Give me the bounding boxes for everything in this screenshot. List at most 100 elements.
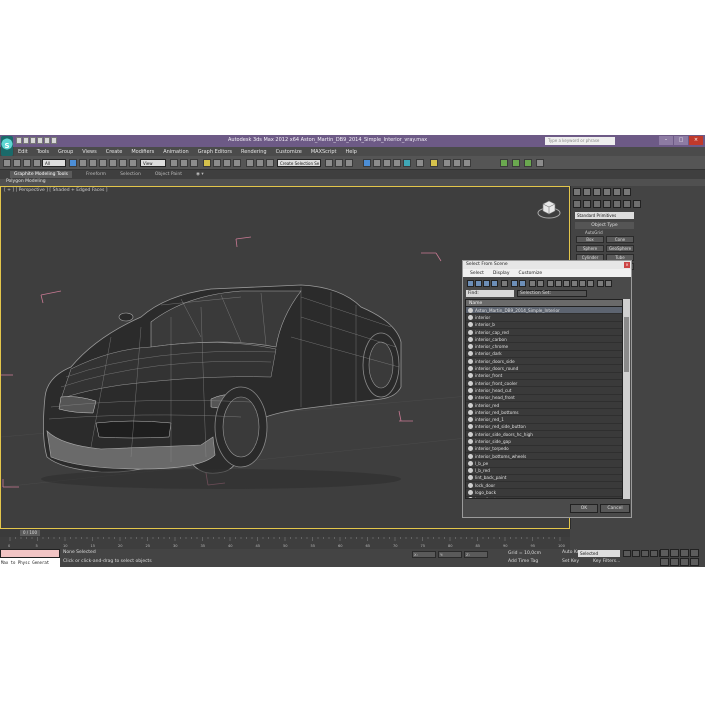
reference-coordinate-dropdown[interactable]: View — [140, 159, 166, 167]
mirror-tool-icon[interactable] — [325, 159, 333, 167]
scene-object-row[interactable]: lock_door — [466, 482, 622, 490]
snaps-toggle-icon[interactable] — [203, 159, 211, 167]
render-setup-icon[interactable] — [403, 159, 411, 167]
window-crossing-icon[interactable] — [99, 159, 107, 167]
scene-object-row[interactable]: logo_back — [466, 489, 622, 497]
select-dependents-icon[interactable] — [605, 280, 612, 287]
menu-rendering[interactable]: Rendering — [241, 149, 267, 155]
time-slider-handle[interactable]: 0 / 100 — [20, 530, 40, 536]
scene-object-row[interactable]: interior_side_gap — [466, 438, 622, 446]
display-xrefs-icon[interactable] — [529, 280, 536, 287]
list-scrollbar-thumb[interactable] — [624, 317, 629, 372]
scene-object-row[interactable]: interior_bottoms_wheels — [466, 453, 622, 461]
dialog-close-button[interactable]: × — [624, 262, 630, 268]
zoom-icon[interactable] — [660, 549, 669, 557]
link-icon[interactable] — [23, 159, 31, 167]
render-icon[interactable] — [463, 159, 471, 167]
vray-light-icon[interactable] — [512, 159, 520, 167]
material-editor-icon[interactable] — [393, 159, 401, 167]
menu-animation[interactable]: Animation — [163, 149, 189, 155]
viewport-label[interactable]: [ + ] [ Perspective ] [ Shaded + Edged F… — [4, 188, 108, 193]
maxscript-listener-output[interactable]: Max to Physc Generat — [0, 558, 60, 567]
geometry-icon[interactable] — [573, 200, 581, 208]
display-none-icon[interactable] — [555, 280, 562, 287]
play-icon[interactable] — [641, 550, 649, 557]
object-type-rollout[interactable]: Object Type — [575, 222, 634, 229]
key-mode-dropdown[interactable]: Selected — [578, 550, 620, 557]
modify-tab-icon[interactable] — [583, 188, 591, 196]
dialog-menu-customize[interactable]: Customize — [518, 271, 542, 276]
scene-object-row[interactable]: interior_front_cooler — [466, 380, 622, 388]
scene-object-row[interactable]: interior_head_front — [466, 395, 622, 402]
select-object-icon[interactable] — [69, 159, 77, 167]
systems-icon[interactable] — [633, 200, 641, 208]
select-move-icon[interactable] — [109, 159, 117, 167]
scene-object-row[interactable]: interior_doors_round — [466, 365, 622, 373]
dialog-menu-display[interactable]: Display — [493, 271, 510, 276]
align-tool-icon[interactable] — [335, 159, 343, 167]
track-bar[interactable]: 0 5 10 15 20 25 30 35 40 45 50 55 60 65 70 75 80 85 90 95 10… — [0, 537, 570, 549]
scene-object-row[interactable]: interior_red_bottoms — [466, 409, 622, 417]
display-invert-icon[interactable] — [563, 280, 570, 287]
vray-frame-buffer-icon[interactable] — [500, 159, 508, 167]
select-scale-icon[interactable] — [129, 159, 137, 167]
tab-selection[interactable]: Selection — [120, 172, 141, 177]
menu-customize[interactable]: Customize — [276, 149, 302, 155]
shapes-icon[interactable] — [583, 200, 591, 208]
name-column-header[interactable]: Name — [466, 300, 622, 307]
zoom-all-icon[interactable] — [670, 549, 679, 557]
hierarchy-tab-icon[interactable] — [593, 188, 601, 196]
render-production-icon[interactable] — [430, 159, 438, 167]
schematic-view-icon[interactable] — [383, 159, 391, 167]
scene-object-row[interactable]: interior_doors_side — [466, 358, 622, 366]
scene-object-row[interactable]: Aston_Martin_DB9_2014_Simple_Interior — [466, 307, 622, 315]
next-frame-icon[interactable] — [650, 550, 658, 557]
ok-button[interactable]: OK — [570, 504, 598, 513]
cameras-icon[interactable] — [603, 200, 611, 208]
scene-object-row[interactable]: interior_dark — [466, 351, 622, 359]
scene-object-row[interactable]: interior — [466, 314, 622, 322]
rectangular-selection-icon[interactable] — [89, 159, 97, 167]
menu-tools[interactable]: Tools — [37, 149, 49, 155]
y-coord-field[interactable]: Y: — [438, 551, 462, 558]
maximize-viewport-icon[interactable] — [690, 558, 699, 566]
open-file-icon[interactable] — [23, 137, 29, 144]
helpers-icon[interactable] — [613, 200, 621, 208]
undo-icon[interactable] — [37, 137, 43, 144]
save-file-icon[interactable] — [30, 137, 36, 144]
angle-snap-icon[interactable] — [213, 159, 221, 167]
cone-button[interactable]: Cone — [606, 236, 634, 243]
select-all-icon[interactable] — [571, 280, 578, 287]
scene-object-row[interactable]: interior_carbon — [466, 336, 622, 344]
graphite-toggle-icon[interactable] — [363, 159, 371, 167]
tab-object-paint[interactable]: Object Paint — [155, 172, 182, 177]
redo-icon[interactable] — [13, 159, 21, 167]
activeshade-icon[interactable] — [453, 159, 461, 167]
spinner-snap-icon[interactable] — [233, 159, 241, 167]
mirror-icon[interactable] — [256, 159, 264, 167]
x-coord-field[interactable]: X: — [412, 551, 436, 558]
edit-named-selection-icon[interactable] — [246, 159, 254, 167]
minimize-button[interactable]: – — [659, 136, 673, 145]
add-time-tag-button[interactable]: Add Time Tag — [508, 559, 538, 564]
keyboard-shortcut-override-icon[interactable] — [190, 159, 198, 167]
help-search-input[interactable]: Type a keyword or phrase — [545, 137, 615, 145]
menu-edit[interactable]: Edit — [18, 149, 28, 155]
menu-graph-editors[interactable]: Graph Editors — [198, 149, 232, 155]
scene-object-row[interactable]: interior_head_cut — [466, 387, 622, 395]
scene-object-list[interactable]: Name Aston_Martin_DB9_2014_Simple_Interi… — [465, 299, 623, 499]
display-all-icon[interactable] — [547, 280, 554, 287]
scene-object-row[interactable]: interior_red_1 — [466, 416, 622, 424]
maxscript-listener-input[interactable] — [0, 549, 60, 558]
scene-object-row[interactable]: l_b_red — [466, 468, 622, 475]
unlink-icon[interactable] — [33, 159, 41, 167]
display-bones-icon[interactable] — [537, 280, 544, 287]
geosphere-button[interactable]: GeoSphere — [606, 245, 634, 252]
select-rotate-icon[interactable] — [119, 159, 127, 167]
dialog-menu-select[interactable]: Select — [470, 271, 484, 276]
display-tab-icon[interactable] — [613, 188, 621, 196]
vray-material-icon[interactable] — [524, 159, 532, 167]
select-by-name-icon[interactable] — [79, 159, 87, 167]
ribbon-options-icon[interactable]: ◉ ▾ — [196, 172, 204, 177]
motion-tab-icon[interactable] — [603, 188, 611, 196]
